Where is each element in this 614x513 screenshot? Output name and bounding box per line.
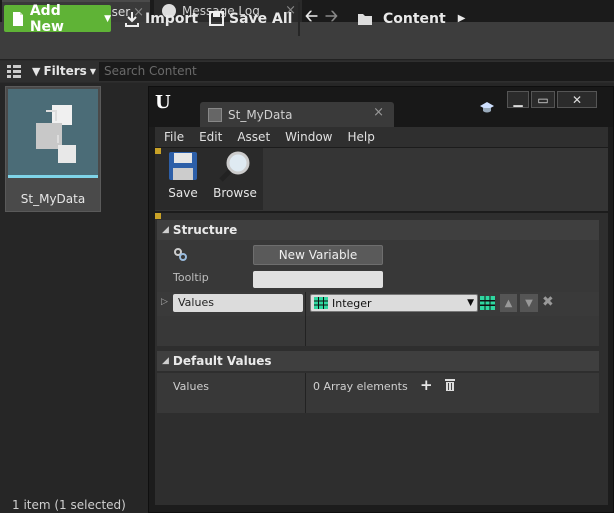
menu-file[interactable]: File bbox=[164, 130, 184, 144]
import-icon bbox=[125, 11, 139, 27]
add-new-button[interactable]: Add New ▼ bbox=[4, 2, 111, 35]
delete-variable-button[interactable]: ✖ bbox=[542, 294, 554, 310]
save-label: Save bbox=[168, 186, 198, 200]
structure-title: Structure bbox=[172, 223, 238, 237]
tooltip-input[interactable] bbox=[253, 271, 383, 288]
struct-asset-thumbnail bbox=[8, 89, 98, 175]
import-label: Import bbox=[145, 10, 199, 27]
variable-type-label: Integer bbox=[332, 296, 372, 310]
maximize-icon: ▭ bbox=[537, 92, 549, 107]
asset-type-bar bbox=[8, 175, 98, 178]
arrow-right-icon: 🡢 bbox=[325, 6, 338, 25]
chevron-down-icon: ▼ bbox=[467, 298, 474, 308]
close-icon: ✕ bbox=[571, 92, 583, 107]
struct-icon bbox=[208, 107, 222, 122]
default-values-title: Default Values bbox=[172, 354, 272, 368]
new-variable-button[interactable]: New Variable bbox=[253, 245, 383, 265]
menu-asset[interactable]: Asset bbox=[237, 130, 270, 144]
array-grid-icon bbox=[480, 296, 495, 310]
search-input[interactable]: Search Content bbox=[99, 62, 614, 81]
default-values-section-header[interactable]: ◢ Default Values bbox=[157, 351, 599, 371]
add-new-label: Add New bbox=[29, 2, 64, 35]
path-content[interactable]: Content ▶ bbox=[357, 5, 465, 32]
expand-arrow-icon[interactable]: ▷ bbox=[161, 297, 168, 307]
maximize-button[interactable]: ▭ bbox=[531, 91, 555, 108]
document-tab-label: St_MyData bbox=[228, 107, 293, 122]
browse-label: Browse bbox=[213, 186, 257, 200]
settings-gear-icon bbox=[172, 246, 188, 262]
minimize-button[interactable]: ▁ bbox=[507, 91, 529, 108]
tab-document[interactable]: St_MyData × bbox=[200, 102, 394, 127]
column-divider bbox=[305, 373, 306, 413]
move-up-button[interactable]: ▲ bbox=[500, 294, 517, 312]
arrow-up-icon: ▲ bbox=[504, 297, 513, 309]
chevron-down-icon: ▼ bbox=[104, 13, 111, 24]
close-icon: ✖ bbox=[542, 294, 554, 310]
filters-label: Filters bbox=[43, 64, 87, 78]
import-button[interactable]: Import bbox=[124, 5, 198, 32]
expand-arrow-icon: ◢ bbox=[162, 225, 169, 235]
structure-section-header[interactable]: ◢ Structure bbox=[157, 220, 599, 240]
save-all-button[interactable]: Save All bbox=[209, 5, 292, 32]
minimize-icon: ▁ bbox=[513, 92, 523, 107]
path-label: Content bbox=[383, 10, 446, 27]
expand-arrow-icon: ◢ bbox=[162, 356, 169, 366]
container-type-button[interactable] bbox=[480, 296, 496, 310]
save-icon bbox=[209, 11, 224, 26]
toolbar-divider bbox=[298, 2, 300, 36]
sources-panel-icon[interactable] bbox=[6, 64, 22, 78]
column-divider bbox=[305, 292, 306, 346]
forward-button[interactable]: 🡢 bbox=[325, 5, 338, 32]
close-window-button[interactable]: ✕ bbox=[557, 91, 597, 108]
menu-window[interactable]: Window bbox=[285, 130, 332, 144]
chevron-right-icon: ▶ bbox=[457, 13, 466, 24]
menu-help[interactable]: Help bbox=[347, 130, 374, 144]
back-button[interactable]: 🡠 bbox=[305, 5, 318, 32]
status-text: 1 item (1 selected) bbox=[12, 498, 126, 512]
trash-icon bbox=[445, 379, 455, 391]
browse-button[interactable]: Browse bbox=[210, 150, 260, 208]
folder-icon bbox=[358, 13, 372, 25]
add-element-button[interactable]: + bbox=[420, 376, 433, 394]
graduation-cap-icon[interactable] bbox=[480, 100, 494, 114]
save-button[interactable]: Save bbox=[158, 150, 208, 208]
filters-button[interactable]: ▼ Filters ▼ bbox=[32, 64, 96, 78]
floppy-disk-icon bbox=[169, 152, 197, 180]
close-icon[interactable]: × bbox=[373, 105, 384, 120]
save-all-label: Save All bbox=[229, 10, 293, 27]
menu-bar: File Edit Asset Window Help bbox=[155, 127, 608, 147]
default-values-row bbox=[157, 373, 599, 413]
corner-marker bbox=[155, 213, 161, 219]
arrow-left-icon: 🡠 bbox=[305, 6, 318, 25]
clear-elements-button[interactable] bbox=[444, 378, 456, 391]
move-down-button[interactable]: ▼ bbox=[520, 294, 538, 312]
arrow-down-icon: ▼ bbox=[525, 297, 533, 309]
array-count: 0 Array elements bbox=[313, 380, 408, 393]
default-values-label: Values bbox=[173, 380, 209, 393]
magnifier-icon bbox=[219, 151, 250, 182]
plus-icon: + bbox=[420, 376, 433, 394]
new-file-icon bbox=[13, 11, 23, 26]
array-grid-icon bbox=[314, 297, 328, 309]
asset-name: St_MyData bbox=[20, 192, 86, 206]
variable-name-field[interactable]: Values bbox=[173, 294, 303, 312]
filter-icon: ▼ bbox=[32, 64, 41, 78]
struct-icon bbox=[36, 105, 76, 163]
menu-edit[interactable]: Edit bbox=[199, 130, 222, 144]
chevron-down-icon: ▼ bbox=[89, 66, 96, 76]
variable-type-select[interactable]: Integer ▼ bbox=[310, 294, 478, 312]
tooltip-label: Tooltip bbox=[173, 271, 209, 284]
unreal-logo-icon: U bbox=[155, 92, 171, 113]
